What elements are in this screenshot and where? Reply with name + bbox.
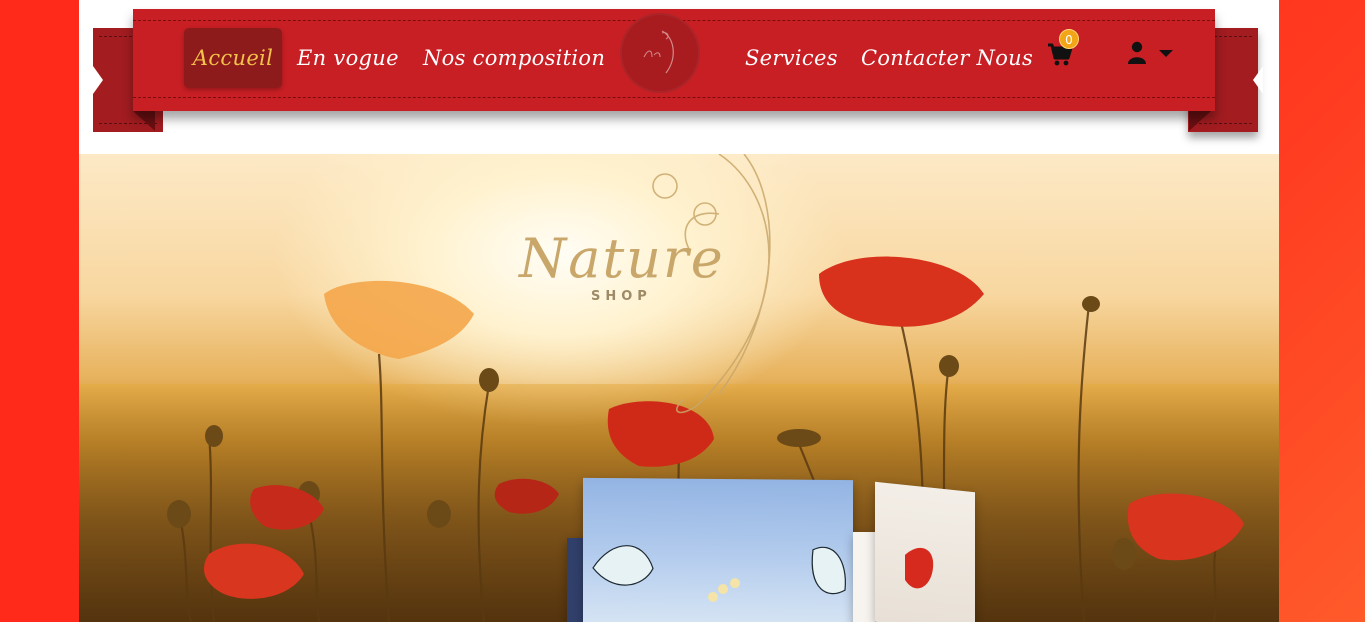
nav-item-nos-composition[interactable]: Nos composition [423,28,605,88]
poppy-card-image [905,547,934,589]
ribbon-right-notch [1253,66,1263,94]
nav-item-en-vogue[interactable]: En vogue [297,28,399,88]
main-navbar: Accueil En vogue Nos composition Service… [133,9,1215,111]
nav-item-services[interactable]: Services [745,28,838,88]
book-cover-side[interactable] [875,481,975,622]
nav-item-accueil[interactable]: Accueil [184,28,282,88]
book-cover-main[interactable] [583,477,853,622]
cart-count-badge: 0 [1059,29,1079,49]
page-container: Accueil En vogue Nos composition Service… [79,0,1279,622]
nav-item-contacter-nous[interactable]: Contacter Nous [861,28,1033,88]
caret-down-icon [1159,50,1173,57]
user-menu-button[interactable] [1127,41,1175,71]
ribbon-left-notch [93,66,103,94]
butterfly-image [592,545,846,602]
book-cover-middle [853,532,875,622]
brand-subtitle: SHOP [591,289,652,304]
nature-shop-logo[interactable] [620,13,700,93]
brand-name: Nature [519,227,725,290]
hero-banner: Nature SHOP [79,154,1279,622]
user-icon [1128,41,1146,64]
logo-mark-icon [643,30,674,74]
hero-brand-logo: Nature SHOP [519,229,739,319]
